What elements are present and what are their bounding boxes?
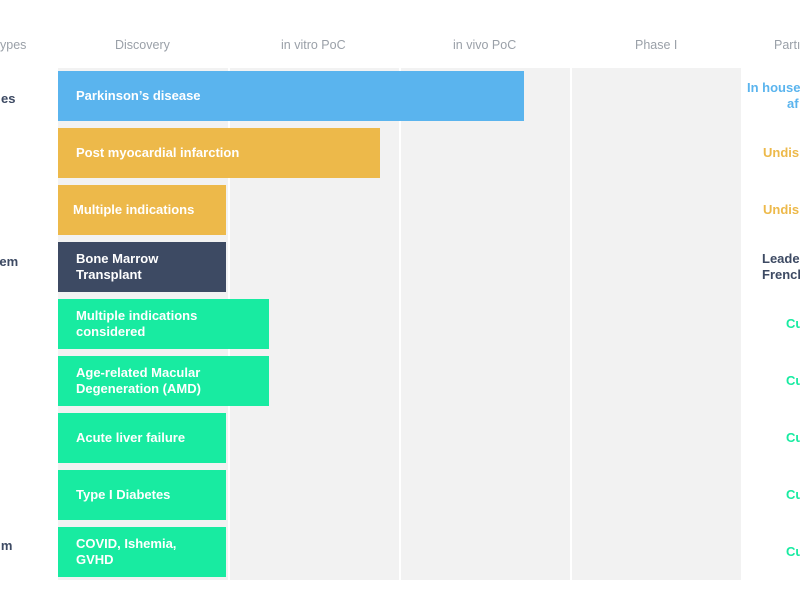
pipeline-bar: Age-related Macular Degeneration (AMD) [58,356,269,406]
bar-label: Bone Marrow Transplant [76,251,159,282]
pipeline-bar: Post myocardial infarction [58,128,380,178]
category-label: es [1,91,16,106]
pipeline-bar: COVID, Ishemia, GVHD [58,527,226,577]
partner-label: In house af [747,80,800,111]
header-phase-1: Phase I [635,38,678,52]
bar-label: Post myocardial infarction [76,145,240,160]
pipeline-bar: Multiple indications [58,185,226,235]
pipeline-bar: Acute liver failure [58,413,226,463]
header-in-vitro-poc: in vitro PoC [281,38,346,52]
header-in-vivo-poc: in vivo PoC [453,38,517,52]
pipeline-bar: Parkinson’s disease [58,71,524,121]
partner-label: Cu [786,487,800,502]
partner-label: Cu [786,316,800,331]
bar-label: Type I Diabetes [76,487,171,502]
bar-label: Multiple indications considered [76,308,198,339]
bar-label: Age-related Macular Degeneration (AMD) [76,365,201,396]
category-label: m [0,538,13,553]
bar-label: Parkinson’s disease [76,88,201,103]
pipeline-bar: Bone Marrow Transplant [58,242,226,292]
partner-label: Cu [786,373,800,388]
partner-label: Undis [763,145,800,160]
bar-label: COVID, Ishemia, GVHD [76,536,177,567]
header-discovery: Discovery [115,38,170,52]
partner-label: Cu [786,430,800,445]
bar-label: Acute liver failure [76,430,186,445]
bar-label: Multiple indications [73,202,195,217]
partner-label: Undis [763,202,800,217]
stage-band-phase-1 [572,68,741,580]
header-partner: Partı [774,38,800,52]
partner-label: LeadeFrench [762,251,800,282]
header-types: ypes [0,38,27,52]
partner-label: Cu [786,544,800,559]
pipeline-bar: Type I Diabetes [58,470,226,520]
pipeline-bar: Multiple indications considered [58,299,269,349]
stage-band-in-vivo [401,68,570,580]
category-label: em [0,254,19,269]
